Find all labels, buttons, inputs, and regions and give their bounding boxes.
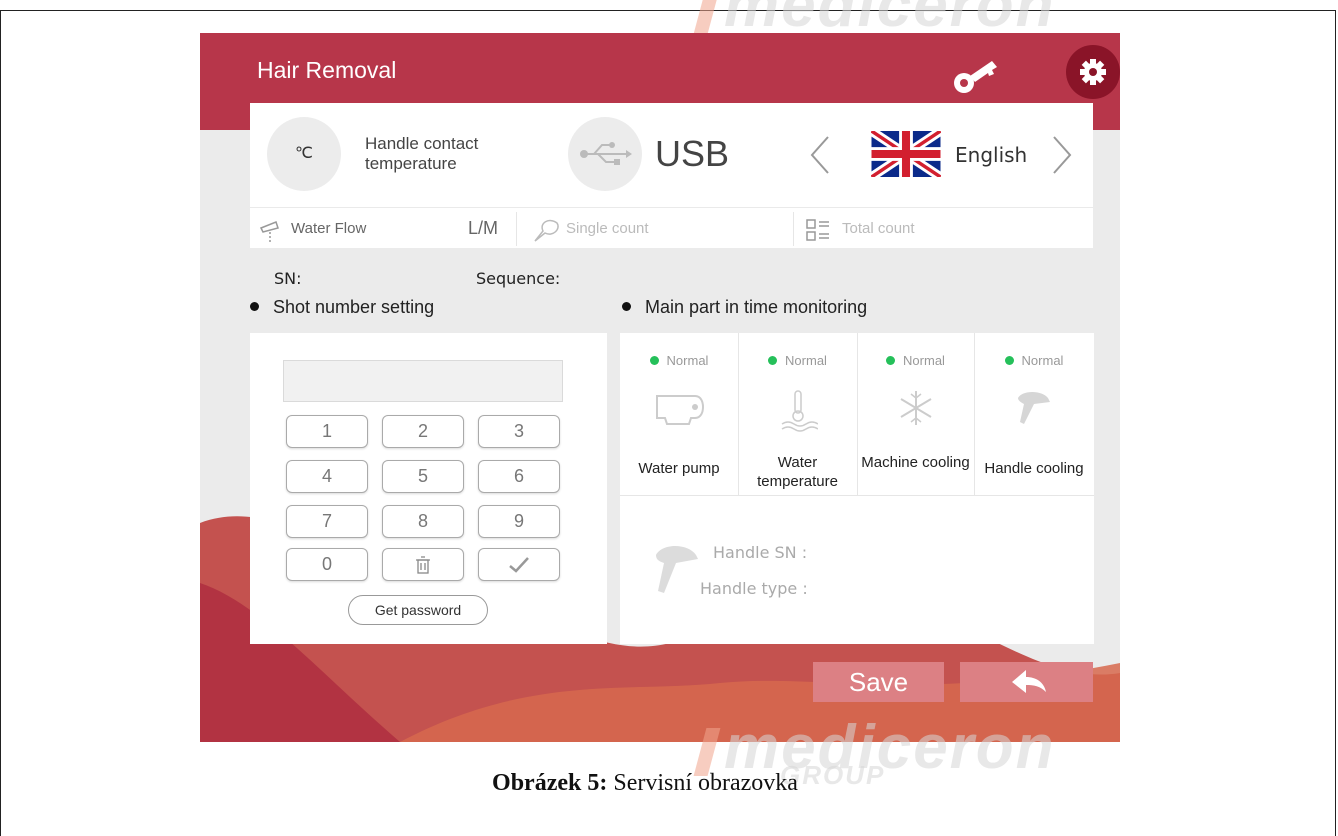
- check-icon: [509, 557, 529, 573]
- monitor-name: Handle cooling: [984, 460, 1084, 477]
- thermometer-water-icon: [738, 388, 857, 437]
- app-title: Hair Removal: [257, 57, 397, 83]
- gear-icon: [1080, 59, 1106, 85]
- total-count-label: Total count: [842, 220, 915, 237]
- bullet-dot: [250, 301, 259, 311]
- shot-number-input[interactable]: [283, 360, 563, 402]
- monitoring-panel: Normal Water pump Normal Water temperatu…: [620, 333, 1094, 644]
- key-2[interactable]: 2: [382, 415, 464, 448]
- monitor-water-pump: Normal Water pump: [620, 333, 739, 495]
- monitoring-title: Main part in time monitoring: [622, 297, 867, 318]
- key-1[interactable]: 1: [286, 415, 368, 448]
- shot-setting-title: Shot number setting: [250, 297, 434, 318]
- handpiece-icon: [974, 388, 1094, 433]
- key-3[interactable]: 3: [478, 415, 560, 448]
- strip-divider: [793, 212, 794, 246]
- settings-gear-button[interactable]: [1066, 45, 1120, 99]
- monitor-machine-cooling: Normal Machine cooling: [857, 333, 975, 495]
- handle-type-label: Handle type :: [700, 579, 808, 598]
- snowflake-icon: [857, 388, 974, 433]
- back-button[interactable]: [960, 662, 1093, 702]
- key-8[interactable]: 8: [382, 505, 464, 538]
- monitor-water-temperature: Normal Water temperature: [738, 333, 858, 495]
- water-flow-unit: L/M: [468, 218, 499, 238]
- uk-flag-icon: [871, 131, 941, 177]
- keypad-panel: 1 2 3 4 5 6 7 8 9 0 Get password: [250, 333, 607, 644]
- temperature-indicator: ℃: [267, 117, 341, 191]
- confirm-key[interactable]: [478, 548, 560, 581]
- total-count-icon: [806, 219, 829, 241]
- status-dot: [1004, 356, 1014, 365]
- service-screen: Hair Removal ℃ Handle contact temperatur…: [200, 33, 1120, 742]
- status-panel: ℃ Handle contact temperature USB English…: [250, 103, 1093, 248]
- status-dot: [886, 356, 896, 365]
- trash-icon: [416, 556, 430, 574]
- sn-label: SN:: [274, 269, 302, 288]
- delete-key[interactable]: [382, 548, 464, 581]
- figure-caption: Obrázek 5: Servisní obrazovka: [492, 770, 798, 796]
- monitor-name: Machine cooling: [861, 454, 970, 471]
- language-prev-chevron-icon[interactable]: [808, 133, 832, 177]
- monitor-name: Water pump: [638, 460, 720, 477]
- water-flow-icon: [259, 221, 279, 242]
- bullet-dot: [622, 301, 631, 311]
- status-normal: Normal: [974, 353, 1094, 368]
- status-normal: Normal: [620, 353, 738, 368]
- key-icon[interactable]: [948, 51, 1008, 104]
- status-dot: [649, 356, 659, 365]
- temperature-label: Handle contact temperature: [365, 134, 479, 173]
- key-7[interactable]: 7: [286, 505, 368, 538]
- get-password-button[interactable]: Get password: [348, 595, 488, 625]
- status-normal: Normal: [857, 353, 974, 368]
- monitor-handle-cooling: Normal Handle cooling: [974, 333, 1094, 495]
- strip-divider: [516, 212, 517, 246]
- key-4[interactable]: 4: [286, 460, 368, 493]
- back-arrow-icon: [1012, 670, 1046, 693]
- language-next-chevron-icon[interactable]: [1050, 133, 1074, 177]
- single-count-label: Single count: [566, 220, 649, 237]
- monitor-divider: [620, 495, 1094, 496]
- key-0[interactable]: 0: [286, 548, 368, 581]
- counters-strip: Water Flow L/M Single count Total count: [250, 207, 1093, 249]
- status-normal: Normal: [738, 353, 857, 368]
- save-button[interactable]: Save: [813, 662, 944, 702]
- single-count-icon: [534, 219, 559, 242]
- handle-sn-label: Handle SN :: [713, 543, 808, 562]
- status-dot: [768, 356, 778, 365]
- key-5[interactable]: 5: [382, 460, 464, 493]
- language-label: English: [955, 143, 1028, 167]
- usb-icon: [580, 142, 632, 165]
- key-6[interactable]: 6: [478, 460, 560, 493]
- sequence-label: Sequence:: [476, 269, 561, 288]
- connection-label: USB: [655, 133, 730, 174]
- pump-icon: [620, 388, 738, 431]
- usb-indicator: [568, 117, 642, 191]
- handle-icon: [656, 546, 698, 593]
- key-9[interactable]: 9: [478, 505, 560, 538]
- temperature-unit: ℃: [295, 145, 313, 162]
- monitor-name: Water temperature: [757, 454, 838, 490]
- water-flow-label: Water Flow: [291, 220, 367, 237]
